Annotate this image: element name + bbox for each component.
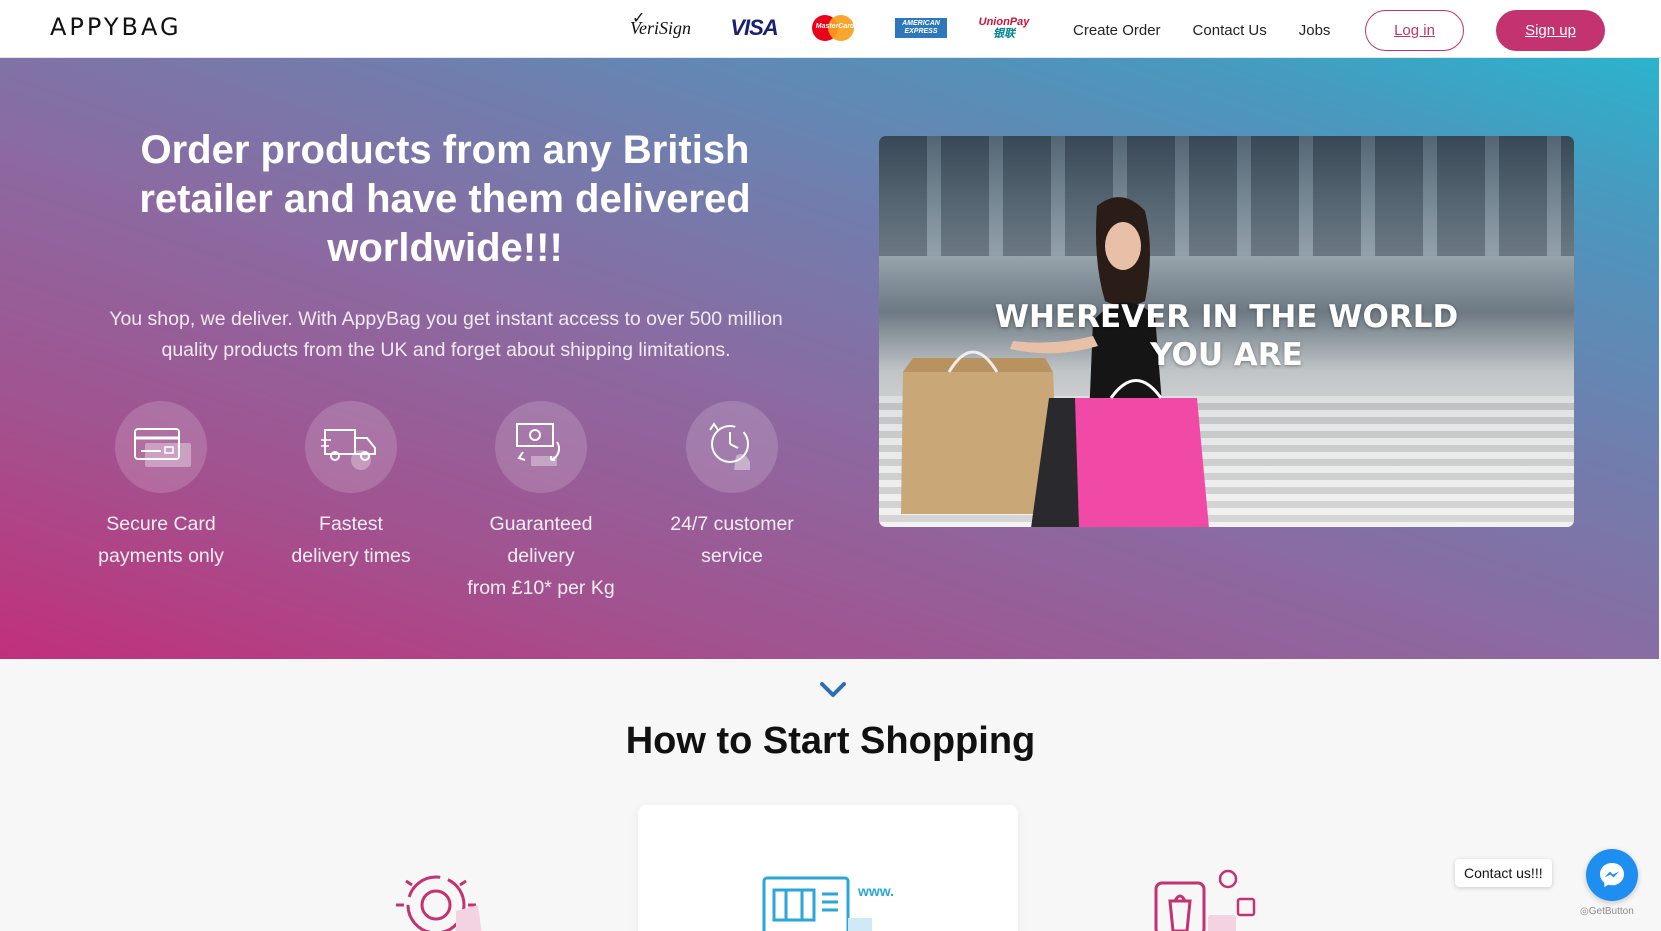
nav-create-order[interactable]: Create Order <box>1073 22 1161 39</box>
payment-logos: ✓ VeriSign VISA MasterCard AMERICAN EXPR… <box>630 6 1044 50</box>
getbutton-credit[interactable]: ◎GetButton <box>1580 906 1634 917</box>
feature-label-line: service <box>701 545 763 567</box>
delivery-truck-icon <box>305 401 397 493</box>
unionpay-logo: UnionPay 银联 <box>964 16 1044 40</box>
nav-contact-us[interactable]: Contact Us <box>1193 22 1267 39</box>
hero-shopping-photo: WHEREVER IN THE WORLD YOU ARE <box>879 136 1574 527</box>
feature-secure-card: Secure Card payments only <box>66 401 256 572</box>
visa-logo: VISA <box>730 15 778 40</box>
getbutton-icon: ◎ <box>1580 906 1589 917</box>
step-mobile-social-icon <box>1152 865 1272 931</box>
unionpay-line1: UnionPay <box>978 16 1030 28</box>
feature-label-line: delivery times <box>291 545 411 567</box>
hero-title: Order products from any British retailer… <box>139 128 751 270</box>
messenger-icon[interactable] <box>1586 849 1638 901</box>
contact-us-bubble[interactable]: Contact us!!! <box>1455 859 1552 887</box>
feature-label-line: 24/7 customer <box>670 513 794 535</box>
feature-customer-service: 24/7 customer service <box>637 401 827 572</box>
top-navbar: APPYBAG ✓ VeriSign VISA MasterCard AMERI… <box>0 0 1661 58</box>
www-label: www. <box>858 883 895 899</box>
hero-subtitle: You shop, we deliver. With AppyBag you g… <box>109 308 783 361</box>
feature-label-line: from £10* per Kg <box>467 577 615 599</box>
nav-links: Create Order Contact Us Jobs <box>1073 22 1362 39</box>
amex-line2: EXPRESS <box>904 28 938 35</box>
amex-line1: AMERICAN <box>902 20 940 27</box>
feature-label-line: Fastest <box>319 513 383 535</box>
mastercard-logo: MasterCard <box>798 13 878 43</box>
feature-label-line: payments only <box>98 545 224 567</box>
nav-jobs[interactable]: Jobs <box>1299 22 1331 39</box>
amex-logo: AMERICAN EXPRESS <box>878 18 964 38</box>
verisign-logo: ✓ VeriSign <box>630 10 710 39</box>
step-card: www. <box>638 805 1018 931</box>
feature-fast-delivery: Fastest delivery times <box>256 401 446 572</box>
unionpay-line2: 银联 <box>993 28 1015 40</box>
website-browser-icon <box>762 870 902 931</box>
feature-label-line: Secure Card <box>106 513 216 535</box>
chevron-down-icon[interactable] <box>818 678 848 705</box>
mastercard-text: MasterCard <box>815 23 855 30</box>
feature-label-line: Guaranteed <box>489 513 593 535</box>
clock-support-icon <box>686 401 778 493</box>
hero-section: Order products from any British retailer… <box>0 58 1659 659</box>
login-button[interactable]: Log in <box>1365 10 1464 51</box>
hero-image-caption-line2: YOU ARE <box>1150 337 1303 373</box>
how-to-title: How to Start Shopping <box>625 720 1036 762</box>
hero-image-caption-line1: WHEREVER IN THE WORLD <box>994 299 1459 335</box>
feature-label-line: delivery <box>507 545 575 567</box>
feature-guaranteed-delivery: Guaranteed delivery from £10* per Kg <box>446 401 636 604</box>
verisign-check-icon: ✓ <box>632 9 646 27</box>
step-target-icon <box>386 865 496 931</box>
money-exchange-icon <box>495 401 587 493</box>
signup-button[interactable]: Sign up <box>1496 10 1605 51</box>
credit-card-icon <box>115 401 207 493</box>
appybag-logo[interactable]: APPYBAG <box>50 13 182 41</box>
getbutton-label: GetButton <box>1588 906 1634 917</box>
